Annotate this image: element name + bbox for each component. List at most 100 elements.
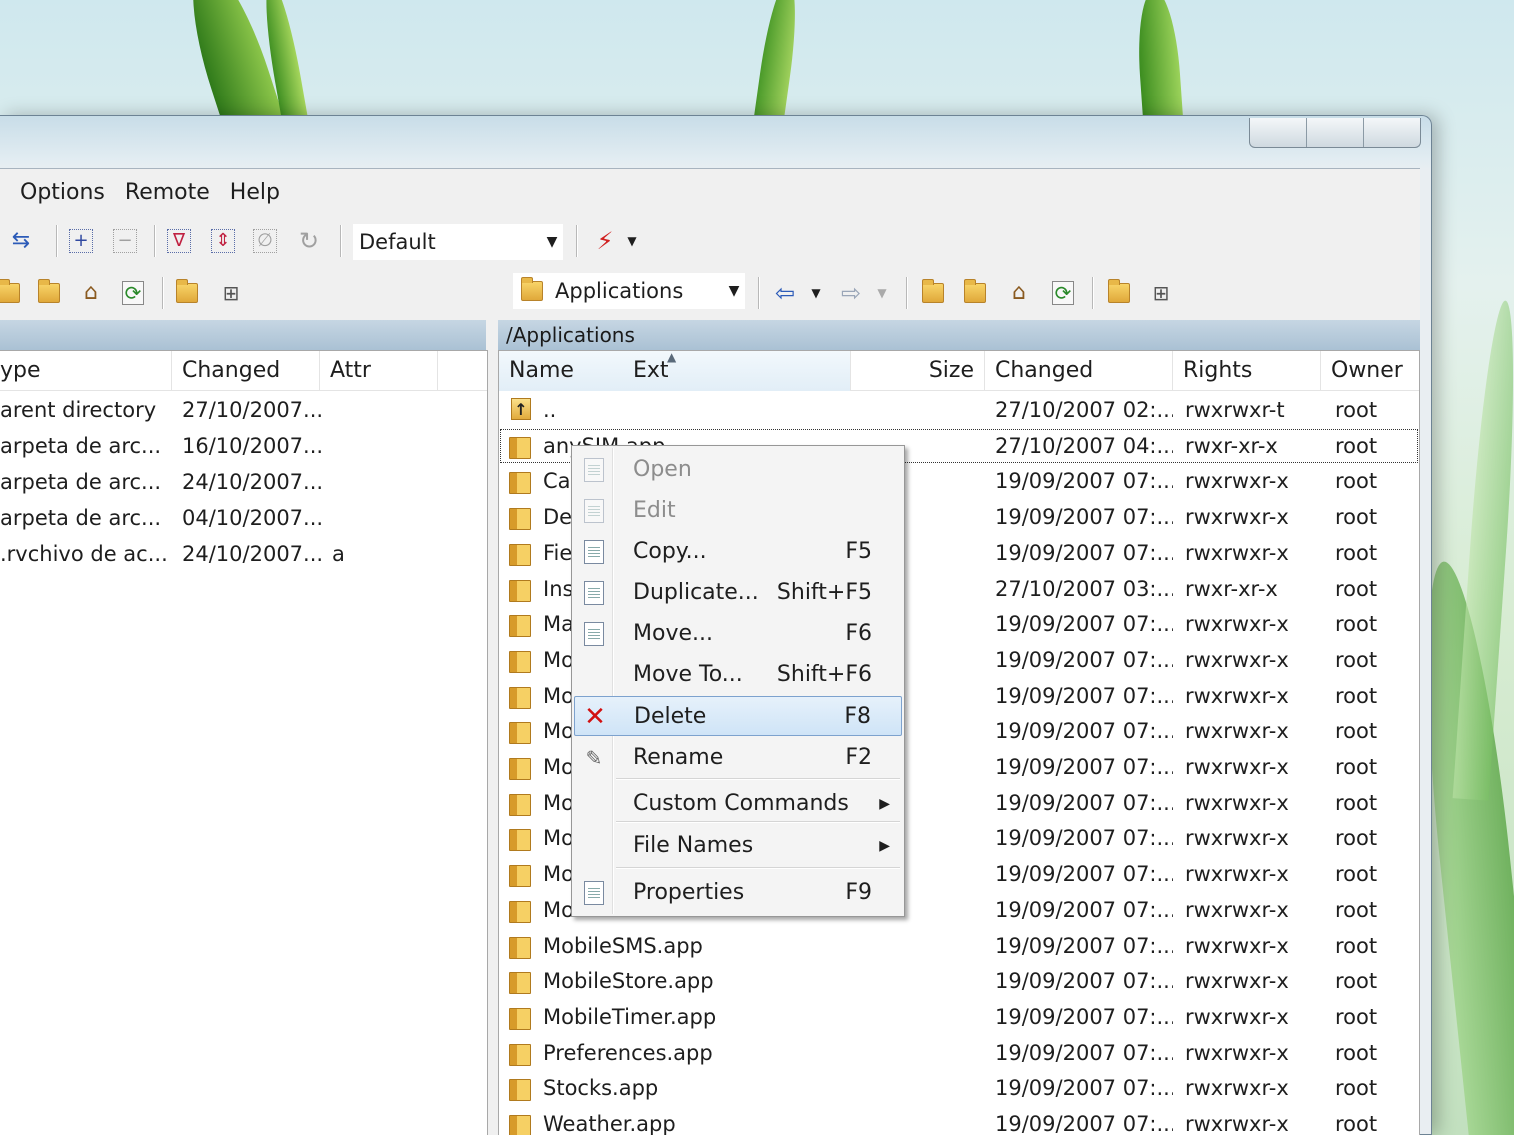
table-row[interactable]: MobileStore.app 19/09/2007 07:... rwxrwxr-…	[499, 963, 1419, 999]
context-menu-item-move-to[interactable]: Move To... Shift+F6	[574, 655, 902, 695]
cell-attr	[332, 428, 432, 464]
cell-changed: 19/09/2007 07:...	[995, 505, 1173, 530]
context-menu-item-open[interactable]: Open	[574, 450, 902, 490]
menu-remote[interactable]: Remote	[115, 177, 220, 211]
chevron-down-icon[interactable]: ▼	[806, 278, 826, 308]
folder-icon	[509, 508, 531, 531]
cell-changed: 19/09/2007 07:...	[995, 469, 1173, 494]
column-type[interactable]: ype	[0, 351, 172, 391]
column-owner[interactable]: Owner	[1321, 351, 1419, 391]
table-row[interactable]: arpeta de arc... 04/10/2007...	[0, 500, 487, 536]
folder-icon	[509, 900, 531, 923]
forward-arrow-icon[interactable]: ⇨	[836, 278, 866, 308]
lightning-icon[interactable]: ⚡	[590, 226, 620, 256]
context-menu-item-copy[interactable]: Copy... F5	[574, 532, 902, 572]
maximize-button[interactable]	[1307, 118, 1364, 147]
context-menu-item-edit[interactable]: Edit	[574, 491, 902, 531]
back-arrow-icon[interactable]: ⇦	[770, 278, 800, 308]
synchronize-icon[interactable]: ⇆	[6, 226, 36, 256]
refresh-selection-icon[interactable]: ↻	[294, 226, 324, 256]
column-size[interactable]: Size	[851, 351, 985, 391]
folder-icon	[509, 865, 531, 888]
table-row[interactable]: Stocks.app 19/09/2007 07:... rwxrwxr-x root	[499, 1070, 1419, 1106]
tree-view-icon[interactable]: ⊞	[216, 278, 246, 308]
cell-owner: root	[1335, 1004, 1378, 1029]
close-button[interactable]	[1364, 118, 1420, 147]
cell-rights: rwxrwxr-x	[1185, 719, 1289, 744]
column-changed[interactable]: Changed	[985, 351, 1173, 391]
context-menu-label: Duplicate...	[633, 580, 759, 605]
cell-rights: rwxrwxr-x	[1185, 933, 1289, 958]
transfer-settings-combo[interactable]: Default ▼	[352, 223, 564, 261]
cell-changed: 24/10/2007...	[182, 470, 322, 494]
menu-help[interactable]: Help	[220, 177, 290, 211]
table-row[interactable]: .rvchivo de ac... 24/10/2007... a	[0, 536, 487, 572]
open-folder-icon[interactable]	[1104, 278, 1134, 308]
clear-selection-icon[interactable]: ∅	[250, 226, 280, 256]
cell-changed: 19/09/2007 07:...	[995, 719, 1173, 744]
chevron-down-icon[interactable]: ▼	[872, 278, 892, 308]
menu-options[interactable]: Options	[0, 177, 115, 211]
context-menu-item-file-names[interactable]: File Names ▶	[574, 826, 902, 866]
toolbar-separator	[154, 225, 156, 257]
column-changed[interactable]: Changed	[172, 351, 320, 391]
context-menu-shortcut: F8	[844, 704, 871, 729]
cell-owner: root	[1335, 1040, 1378, 1065]
cell-changed: 19/09/2007 07:...	[995, 933, 1173, 958]
cell-name: MobileSMS.app	[543, 933, 703, 958]
cell-name: MobileTimer.app	[543, 1004, 717, 1029]
filter-icon[interactable]: ∇	[164, 226, 194, 256]
parent-directory-icon[interactable]	[918, 278, 948, 308]
table-row[interactable]: Weather.app 19/09/2007 07:... rwxrwxr-x roo…	[499, 1106, 1419, 1135]
context-menu-item-custom-commands[interactable]: Custom Commands ▶	[574, 784, 902, 824]
cell-changed: 19/09/2007 07:...	[995, 1076, 1173, 1101]
menu-separator	[616, 867, 900, 869]
root-folder-icon[interactable]	[34, 278, 64, 308]
select-files-icon[interactable]: +	[66, 226, 96, 256]
minimize-button[interactable]	[1250, 118, 1307, 147]
column-attr[interactable]: Attr	[320, 351, 438, 391]
folder-icon	[509, 472, 531, 495]
refresh-icon[interactable]: ⟳	[118, 278, 148, 308]
refresh-icon[interactable]: ⟳	[1048, 278, 1078, 308]
toolbar-separator	[340, 225, 342, 257]
context-menu-item-rename[interactable]: ✎ Rename F2	[574, 738, 902, 778]
home-icon[interactable]: ⌂	[1004, 278, 1034, 308]
root-directory-icon[interactable]	[960, 278, 990, 308]
local-file-list[interactable]: ype Changed Attr arent directory 27/10/20…	[0, 350, 488, 1135]
chevron-down-icon: ▼	[728, 283, 740, 299]
context-menu-item-move[interactable]: Move... F6	[574, 614, 902, 654]
table-row[interactable]: ↑.. 27/10/2007 02:... rwxrwxr-t root	[499, 392, 1419, 428]
chevron-down-icon[interactable]: ▼	[622, 226, 642, 256]
cell-type: .rvchivo de ac...	[0, 542, 168, 566]
context-menu-item-delete[interactable]: ✕ Delete F8	[574, 696, 902, 736]
delete-icon: ✕	[584, 702, 606, 732]
home-icon[interactable]: ⌂	[76, 278, 106, 308]
folder-icon[interactable]	[0, 278, 24, 308]
table-row[interactable]: arpeta de arc... 16/10/2007...	[0, 428, 487, 464]
remote-directory-combo[interactable]: Applications ▼	[512, 272, 746, 310]
column-rights[interactable]: Rights	[1173, 351, 1321, 391]
cell-type: arpeta de arc...	[0, 434, 162, 458]
invert-selection-icon[interactable]: ⇕	[208, 226, 238, 256]
context-menu-label: Edit	[633, 498, 676, 523]
context-menu-item-duplicate[interactable]: Duplicate... Shift+F5	[574, 573, 902, 613]
menu-bar: Options Remote Help	[0, 177, 290, 211]
sort-ascending-icon: ▲	[667, 351, 677, 364]
table-row[interactable]: Preferences.app 19/09/2007 07:... rwxrwxr-…	[499, 1035, 1419, 1071]
table-row[interactable]: MobileTimer.app 19/09/2007 07:... rwxrwxr-…	[499, 999, 1419, 1035]
unselect-files-icon[interactable]: −	[110, 226, 140, 256]
open-folder-icon[interactable]	[172, 278, 202, 308]
folder-icon	[509, 936, 531, 959]
context-menu-item-properties[interactable]: Properties F9	[574, 873, 902, 913]
folder-icon	[509, 829, 531, 852]
tree-view-icon[interactable]: ⊞	[1146, 278, 1176, 308]
cell-changed: 16/10/2007...	[182, 434, 322, 458]
open-icon	[580, 456, 608, 484]
cell-name: MobileStore.app	[543, 969, 714, 994]
table-row[interactable]: arent directory 27/10/2007...	[0, 392, 487, 428]
folder-icon	[509, 1115, 531, 1135]
column-name[interactable]: Name Ext ▲	[499, 351, 851, 391]
table-row[interactable]: arpeta de arc... 24/10/2007...	[0, 464, 487, 500]
table-row[interactable]: MobileSMS.app 19/09/2007 07:... rwxrwxr-x r…	[499, 928, 1419, 964]
